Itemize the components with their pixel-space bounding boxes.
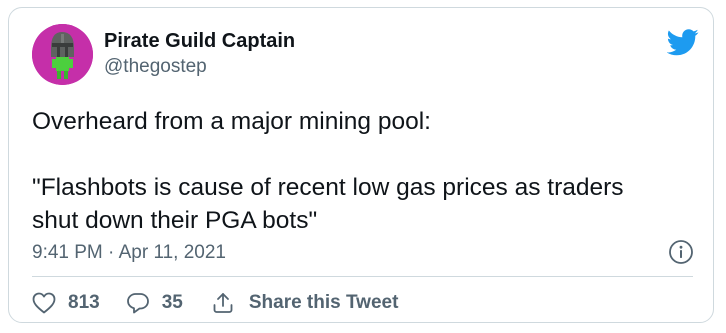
tweet-line-blank — [32, 138, 692, 171]
reply-button[interactable]: 35 — [126, 291, 183, 315]
info-icon[interactable] — [668, 239, 694, 265]
tweet-card[interactable]: Pirate Guild Captain @thegostep Overhear… — [8, 7, 714, 323]
reply-bubble-icon — [126, 291, 150, 315]
like-button[interactable]: 813 — [32, 292, 100, 314]
avatar[interactable] — [32, 24, 93, 85]
like-count: 813 — [68, 292, 100, 313]
author-display-name[interactable]: Pirate Guild Captain — [104, 30, 295, 53]
tweet-line: Overheard from a major mining pool: — [32, 108, 431, 135]
reply-count: 35 — [161, 292, 183, 313]
share-label: Share this Tweet — [248, 292, 399, 313]
tweet-timestamp[interactable]: 9:41 PM · Apr 11, 2021 — [32, 242, 226, 264]
heart-icon — [32, 292, 56, 314]
share-button[interactable]: Share this Tweet — [211, 291, 399, 315]
author-handle[interactable]: @thegostep — [104, 56, 207, 78]
tweet-line: "Flashbots is cause of recent low gas pr… — [32, 174, 624, 201]
share-icon — [211, 291, 235, 315]
avatar-image — [32, 24, 93, 85]
twitter-bird-icon[interactable] — [666, 29, 699, 57]
divider — [32, 276, 693, 277]
tweet-actions: 813 35 Share this Tweet — [32, 289, 398, 317]
tweet-text: Overheard from a major mining pool: "Fla… — [32, 105, 692, 237]
tweet-line: shut down their PGA bots" — [32, 207, 318, 234]
